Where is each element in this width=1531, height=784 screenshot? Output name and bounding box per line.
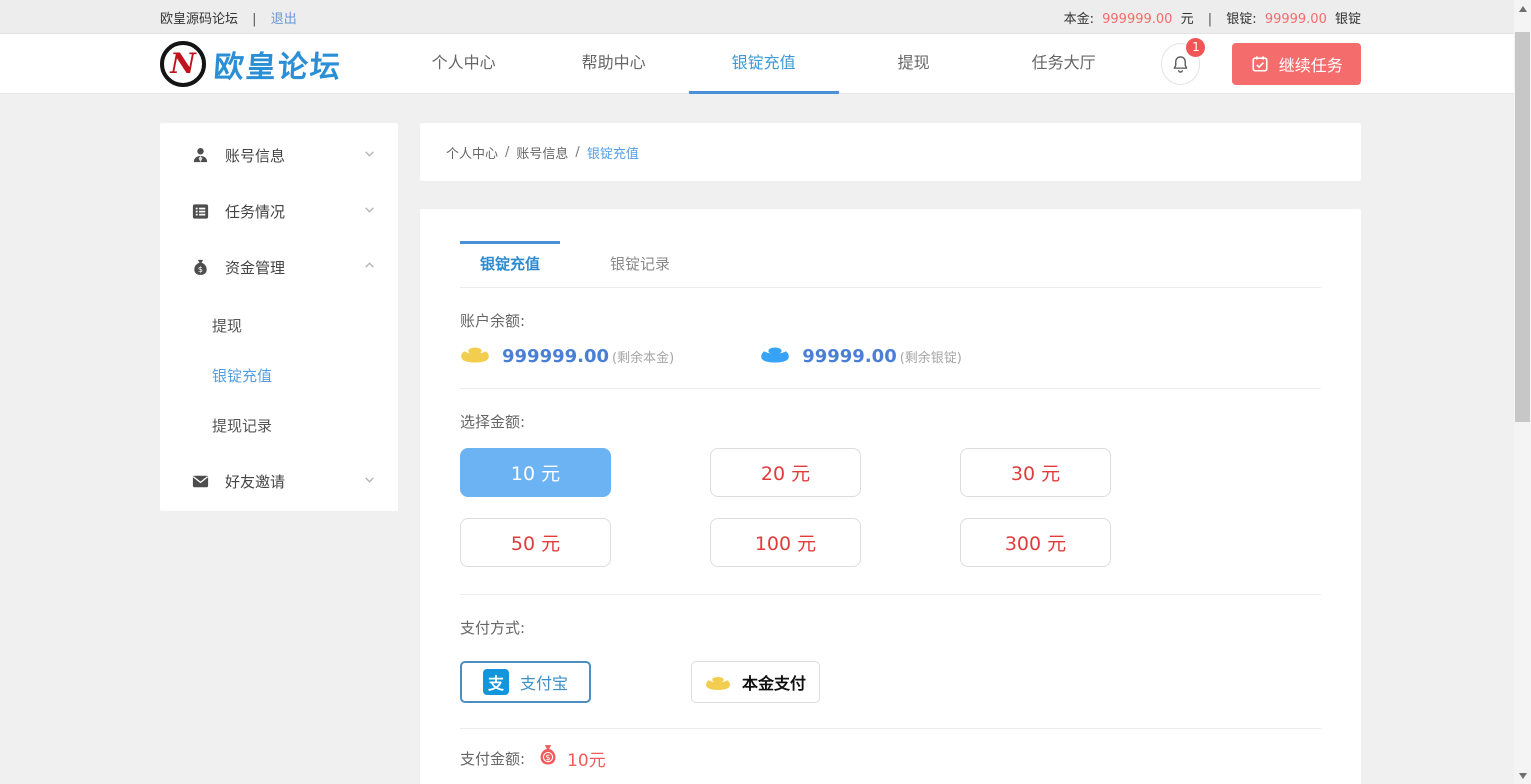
nav-item-personal-center[interactable]: 个人中心 <box>389 34 539 94</box>
sidebar-item-task-status[interactable]: 任务情况 <box>160 183 398 239</box>
breadcrumb: 个人中心 / 账号信息 / 银锭充值 <box>420 123 1361 181</box>
tab-ingot-records[interactable]: 银锭记录 <box>590 241 690 287</box>
balance-section-label: 账户余额: <box>460 310 1321 331</box>
sidebar-subitem-withdraw-records[interactable]: 提现记录 <box>160 401 398 451</box>
scroll-down-arrow[interactable] <box>1514 767 1531 784</box>
money-bag-icon: $ <box>190 257 210 277</box>
notification-badge: 1 <box>1186 38 1205 57</box>
sidebar-subitem-withdraw[interactable]: 提现 <box>160 301 398 351</box>
envelope-icon <box>190 471 210 491</box>
nav-menu: 个人中心 帮助中心 银锭充值 提现 任务大厅 <box>389 34 1139 94</box>
svg-text:$: $ <box>197 264 202 273</box>
sidebar-item-label: 任务情况 <box>225 201 285 222</box>
topbar-separator: | <box>1208 12 1212 27</box>
logo-icon: N <box>160 41 206 87</box>
principal-label: 本金: <box>1064 12 1094 27</box>
svg-text:$: $ <box>545 752 550 762</box>
principal-balance: 999999.00 (剩余本金) <box>460 344 674 369</box>
gold-ingot-icon <box>705 672 731 692</box>
pay-amount-label: 支付金额: <box>460 748 525 769</box>
logout-link[interactable]: 退出 <box>271 12 297 27</box>
sidebar-item-account-info[interactable]: 账号信息 <box>160 127 398 183</box>
sidebar-item-friend-invite[interactable]: 好友邀请 <box>160 453 398 509</box>
continue-task-label: 继续任务 <box>1279 52 1343 76</box>
scrollbar-thumb[interactable] <box>1515 32 1530 422</box>
chevron-down-icon <box>363 146 376 164</box>
principal-balance-caption: (剩余本金) <box>612 347 674 366</box>
nav-item-ingot-recharge[interactable]: 银锭充值 <box>689 34 839 94</box>
nav-item-withdraw[interactable]: 提现 <box>839 34 989 94</box>
silver-ingot-icon <box>760 344 790 369</box>
alipay-label: 支付宝 <box>520 670 568 694</box>
payment-method-alipay[interactable]: 支 支付宝 <box>460 661 591 703</box>
payment-methods: 支 支付宝 本金支付 <box>460 661 1321 729</box>
topbar: 欧皇源码论坛 | 退出 本金: 999999.00 元 | 银锭: 99999.… <box>0 0 1531 34</box>
payment-section-label: 支付方式: <box>460 617 1321 638</box>
ingot-balance: 99999.00 (剩余银锭) <box>760 344 962 369</box>
tab-ingot-recharge[interactable]: 银锭充值 <box>460 241 560 287</box>
site-logo[interactable]: N 欧皇论坛 <box>160 41 389 87</box>
alipay-icon: 支 <box>483 669 509 695</box>
scroll-up-arrow[interactable] <box>1514 0 1531 17</box>
notification-bell-button[interactable]: 1 <box>1161 43 1201 85</box>
principal-unit: 元 <box>1181 12 1194 27</box>
chevron-up-icon <box>363 258 376 276</box>
recharge-panel: 银锭充值 银锭记录 账户余额: 999999.00 (剩余本金) <box>420 209 1361 784</box>
amount-option-300[interactable]: 300 元 <box>960 518 1111 567</box>
amount-section-label: 选择金额: <box>460 411 1321 432</box>
sidebar-item-fund-management[interactable]: $ 资金管理 <box>160 239 398 295</box>
amount-option-30[interactable]: 30 元 <box>960 448 1111 497</box>
navbar: N 欧皇论坛 个人中心 帮助中心 银锭充值 提现 任务大厅 1 <box>0 34 1531 94</box>
breadcrumb-item-personal-center[interactable]: 个人中心 <box>446 143 498 162</box>
ingot-balance-value: 99999.00 <box>802 346 897 367</box>
ingot-label: 银锭: <box>1226 12 1256 27</box>
ingot-unit: 银锭 <box>1335 12 1361 27</box>
topbar-balances: 本金: 999999.00 元 | 银锭: 99999.00 银锭 <box>1064 8 1361 27</box>
fund-management-submenu: 提现 银锭充值 提现记录 <box>160 295 398 453</box>
sidebar-item-label: 好友邀请 <box>225 471 285 492</box>
page: 欧皇源码论坛 | 退出 本金: 999999.00 元 | 银锭: 99999.… <box>0 0 1531 784</box>
amount-option-50[interactable]: 50 元 <box>460 518 611 567</box>
logo-text: 欧皇论坛 <box>212 42 343 86</box>
pay-amount-value: 10元 <box>567 746 606 771</box>
amount-options: 10 元 20 元 30 元 50 元 100 元 300 元 <box>460 448 1321 595</box>
payment-method-principal[interactable]: 本金支付 <box>691 661 820 703</box>
site-name: 欧皇源码论坛 <box>160 12 238 27</box>
red-money-bag-icon: $ <box>537 744 559 772</box>
principal-balance-value: 999999.00 <box>502 346 609 367</box>
chevron-down-icon <box>363 202 376 220</box>
continue-task-button[interactable]: 继续任务 <box>1232 43 1361 85</box>
sidebar: 账号信息 任务情况 $ 资金管理 <box>160 123 398 511</box>
principal-pay-label: 本金支付 <box>742 670 806 694</box>
principal-value: 999999.00 <box>1102 12 1172 27</box>
amount-option-20[interactable]: 20 元 <box>710 448 861 497</box>
balance-row: 999999.00 (剩余本金) 99999.00 (剩余银锭) <box>460 344 1321 389</box>
list-icon <box>190 201 210 221</box>
panel-tabs: 银锭充值 银锭记录 <box>460 209 1321 288</box>
ingot-balance-caption: (剩余银锭) <box>900 347 962 366</box>
sidebar-item-label: 资金管理 <box>225 257 285 278</box>
amount-option-10[interactable]: 10 元 <box>460 448 611 497</box>
bell-icon <box>1171 55 1190 74</box>
calendar-check-icon <box>1251 55 1269 73</box>
amount-option-100[interactable]: 100 元 <box>710 518 861 567</box>
ingot-value: 99999.00 <box>1265 12 1327 27</box>
page-scrollbar[interactable] <box>1514 0 1531 784</box>
pay-amount-row: 支付金额: $ 10元 <box>460 744 1321 784</box>
breadcrumb-item-ingot-recharge[interactable]: 银锭充值 <box>587 143 639 162</box>
breadcrumb-separator: / <box>505 145 509 160</box>
sidebar-item-label: 账号信息 <box>225 145 285 166</box>
sidebar-subitem-ingot-recharge[interactable]: 银锭充值 <box>160 351 398 401</box>
gold-ingot-icon <box>460 344 490 369</box>
nav-item-task-hall[interactable]: 任务大厅 <box>989 34 1139 94</box>
topbar-separator: | <box>252 12 256 27</box>
user-icon <box>190 145 210 165</box>
breadcrumb-separator: / <box>575 145 579 160</box>
topbar-left: 欧皇源码论坛 | 退出 <box>160 8 297 27</box>
chevron-down-icon <box>363 472 376 490</box>
main-column: 个人中心 / 账号信息 / 银锭充值 银锭充值 银锭记录 账户余额: <box>420 123 1361 784</box>
nav-item-help-center[interactable]: 帮助中心 <box>539 34 689 94</box>
breadcrumb-item-account-info[interactable]: 账号信息 <box>516 143 568 162</box>
